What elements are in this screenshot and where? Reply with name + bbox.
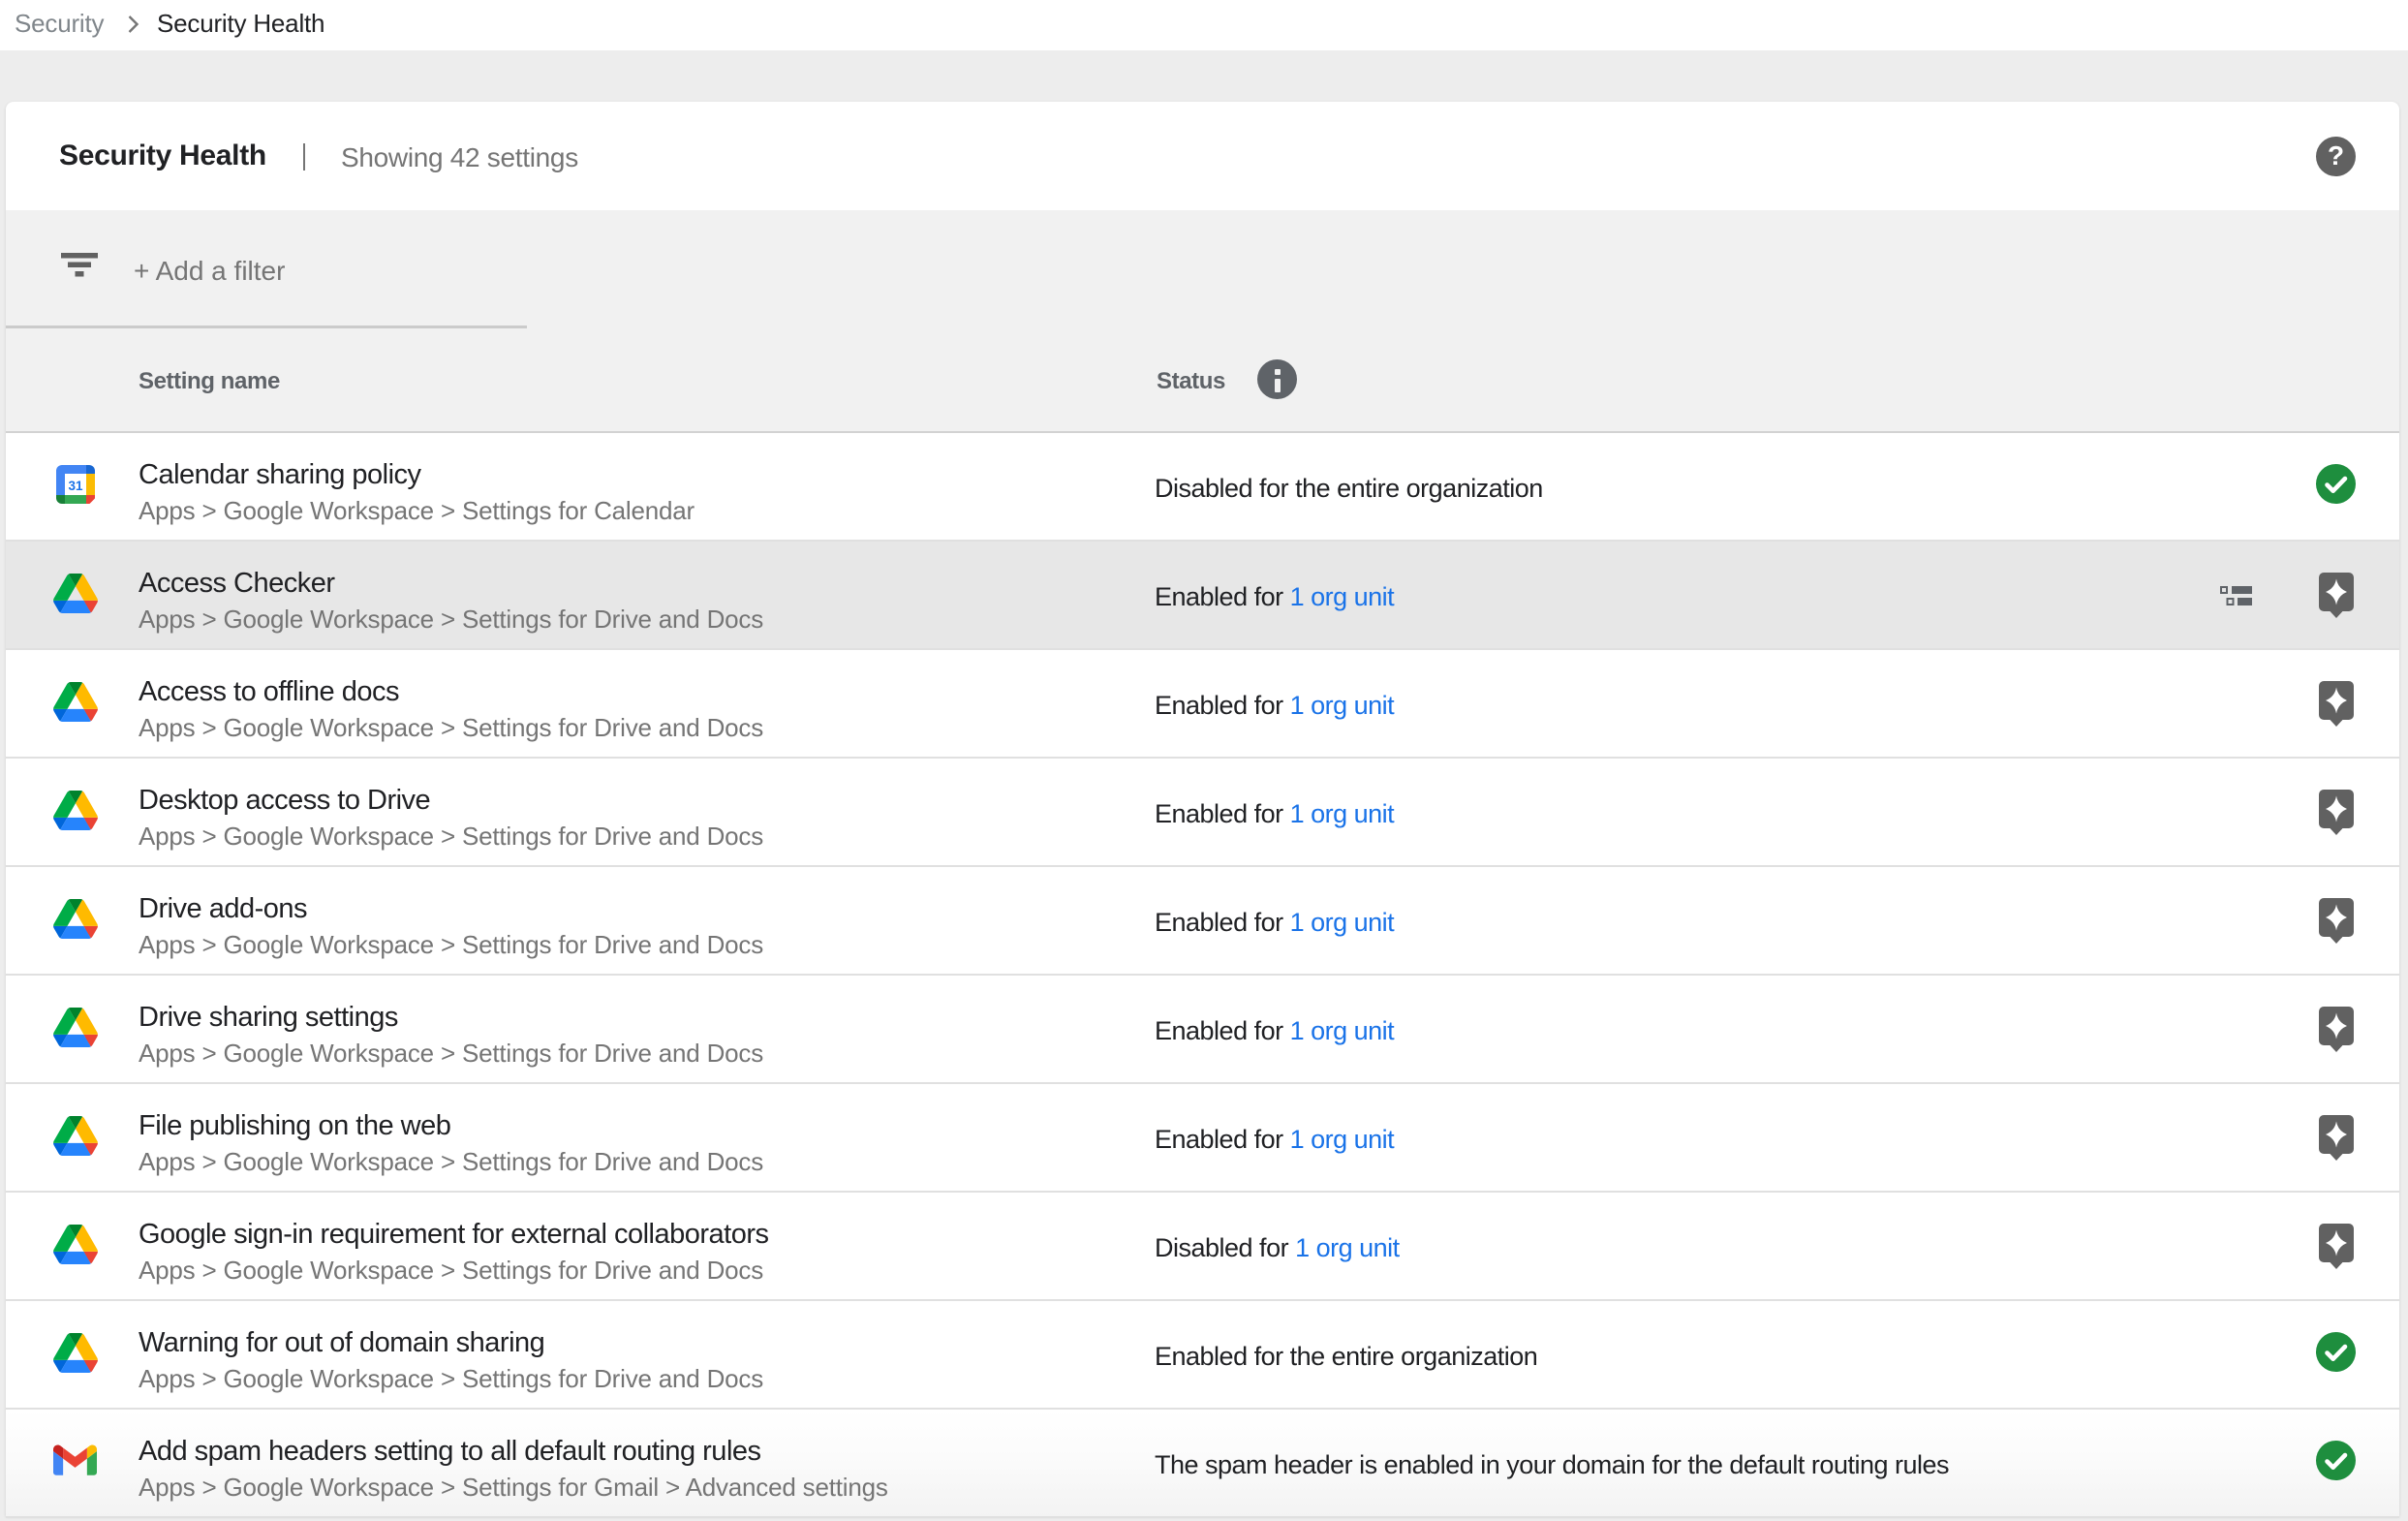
svg-text:31: 31	[68, 479, 83, 493]
